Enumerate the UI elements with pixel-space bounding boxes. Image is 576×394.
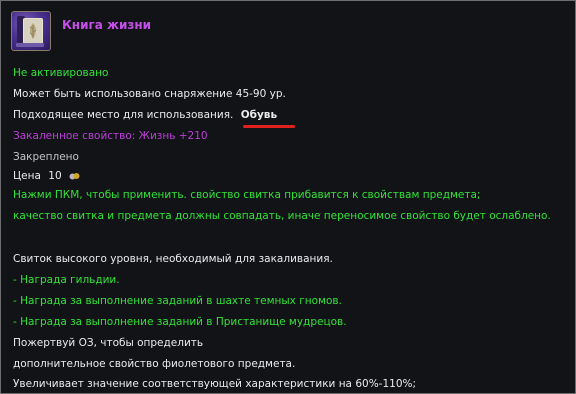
instruction-line-2: качество свитка и предмета должны совпад…	[13, 210, 551, 222]
tempered-property: Закаленное свойство: Жизнь +210	[13, 130, 208, 142]
slot-underline-annotation	[243, 125, 295, 128]
price-value: 10	[48, 170, 62, 182]
activation-status: Не активировано	[13, 67, 109, 79]
description-line: - Награда за выполнение заданий в Приста…	[13, 316, 347, 328]
description-line: дополнительное свойство фиолетового пред…	[13, 358, 296, 370]
coin-icon	[69, 170, 80, 180]
description-line: - Награда гильдии.	[13, 274, 120, 286]
slot-line: Подходящее место для использования. Обув…	[13, 108, 277, 122]
instruction-line-1: Нажми ПКМ, чтобы применить. свойство сви…	[13, 189, 481, 201]
price-line: Цена 10	[13, 169, 80, 183]
description-line: Увеличивает значение соответствующей хар…	[13, 378, 417, 390]
slot-value: Обувь	[240, 109, 278, 121]
item-tooltip: Книга жизни Не активировано Может быть и…	[0, 0, 576, 394]
slot-label: Подходящее место для использования.	[13, 109, 234, 121]
description-line: Пожертвуй ОЗ, чтобы определить	[13, 337, 204, 349]
scroll-book-icon	[11, 11, 51, 51]
description-line: Свиток высокого уровня, необходимый для …	[13, 253, 333, 265]
description-line: - Награда за выполнение заданий в шахте …	[13, 295, 342, 307]
price-label: Цена	[13, 170, 41, 182]
item-title: Книга жизни	[62, 18, 152, 32]
bound-status: Закреплено	[13, 151, 79, 163]
equip-level-range: Может быть использовано снаряжение 45-90…	[13, 88, 286, 100]
